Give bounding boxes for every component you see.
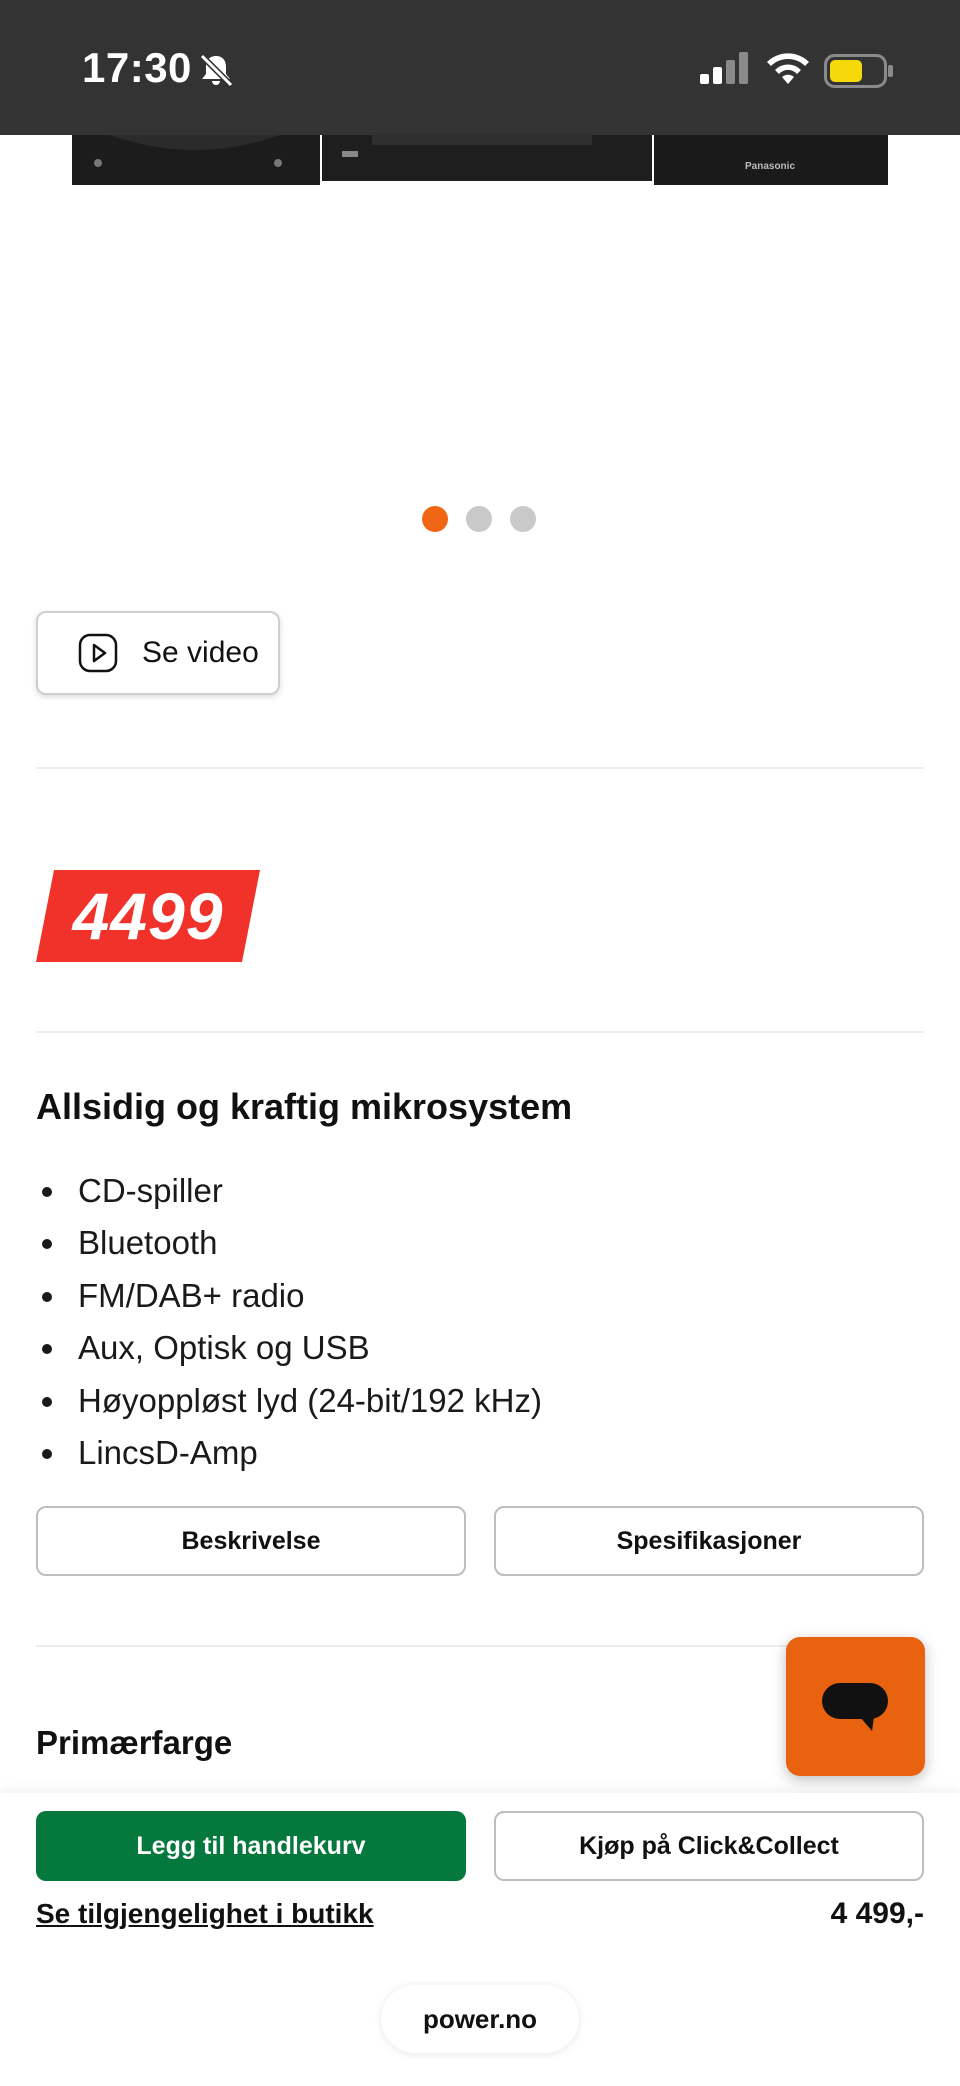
click-collect-button[interactable]: Kjøp på Click&Collect: [494, 1811, 924, 1881]
product-highlight-title: Allsidig og kraftig mikrosystem: [36, 1086, 573, 1127]
browser-url-bar[interactable]: power.no: [381, 1985, 579, 2053]
primary-color-title: Primærfarge: [36, 1724, 233, 1761]
feature-item: Høyoppløst lyd (24-bit/192 kHz): [36, 1375, 542, 1427]
status-time: 17:30: [82, 44, 192, 91]
feature-list: CD-spiller Bluetooth FM/DAB+ radio Aux, …: [36, 1165, 542, 1479]
chat-bubble-icon: [822, 1683, 888, 1731]
bottom-action-bar: Legg til handlekurv Kjøp på Click&Collec…: [0, 1793, 960, 2086]
divider: [36, 767, 924, 769]
feature-item: CD-spiller: [36, 1165, 542, 1217]
product-image[interactable]: Panasonic: [0, 135, 960, 185]
play-circle-icon: [78, 633, 118, 673]
battery-icon: [824, 54, 893, 88]
see-video-label: Se video: [142, 636, 259, 669]
status-bar: 17:30: [0, 0, 960, 135]
see-video-button[interactable]: Se video: [36, 611, 280, 695]
carousel-dot[interactable]: [510, 506, 536, 532]
svg-text:Panasonic: Panasonic: [745, 161, 795, 172]
store-availability-link[interactable]: Se tilgjengelighet i butikk: [36, 1898, 374, 1930]
chat-button[interactable]: [786, 1637, 925, 1776]
cell-signal-icon: [700, 52, 748, 84]
feature-item: LincsD-Amp: [36, 1427, 542, 1479]
feature-item: Aux, Optisk og USB: [36, 1322, 542, 1374]
carousel-dot[interactable]: [466, 506, 492, 532]
carousel-dot[interactable]: [422, 506, 448, 532]
bell-muted-icon: [199, 53, 234, 88]
price-value: 4499: [72, 879, 224, 953]
feature-item: Bluetooth: [36, 1217, 542, 1269]
description-button[interactable]: Beskrivelse: [36, 1506, 466, 1576]
add-to-cart-button[interactable]: Legg til handlekurv: [36, 1811, 466, 1881]
feature-item: FM/DAB+ radio: [36, 1270, 542, 1322]
specifications-button[interactable]: Spesifikasjoner: [494, 1506, 924, 1576]
carousel-dots: [422, 506, 536, 532]
wifi-icon: [767, 53, 809, 84]
price-badge: 4499: [36, 870, 260, 962]
divider: [36, 1031, 924, 1033]
bottom-price: 4 499,-: [830, 1897, 924, 1930]
